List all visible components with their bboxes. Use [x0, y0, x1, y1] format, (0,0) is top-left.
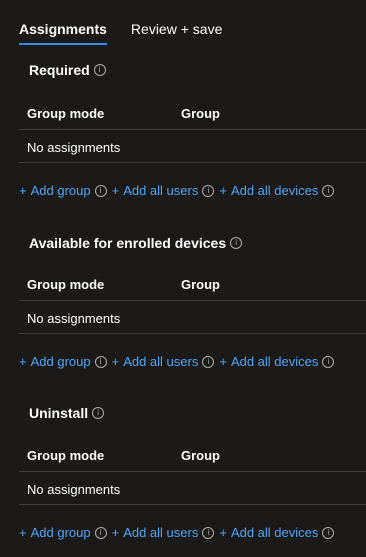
add-all-devices-link[interactable]: + Add all devices: [219, 525, 318, 540]
section-title: Available for enrolled devices i: [29, 235, 243, 251]
action-links: + Add group i + Add all users i + Add all d…: [19, 183, 339, 198]
info-icon[interactable]: i: [322, 184, 335, 197]
add-group-label: Add group: [30, 183, 91, 198]
info-icon[interactable]: i: [322, 355, 335, 368]
info-icon[interactable]: i: [322, 526, 335, 539]
add-all-users-link[interactable]: + Add all users: [112, 183, 199, 198]
table-row: No assignments: [19, 301, 366, 334]
tab-assignments[interactable]: Assignments: [19, 21, 107, 45]
column-header-group: Group: [181, 277, 220, 292]
plus-icon: +: [219, 183, 227, 198]
add-group-link[interactable]: + Add group: [19, 183, 91, 198]
plus-icon: +: [219, 354, 227, 369]
info-icon[interactable]: i: [93, 64, 106, 76]
plus-icon: +: [19, 525, 27, 540]
add-group-link[interactable]: + Add group: [19, 354, 91, 369]
section-title: Required i: [29, 62, 106, 78]
section-title-text: Available for enrolled devices: [29, 235, 227, 251]
info-icon[interactable]: i: [92, 407, 105, 419]
table-header: Group mode Group: [19, 439, 366, 472]
add-all-devices-label: Add all devices: [230, 183, 319, 198]
plus-icon: +: [219, 525, 227, 540]
assignments-table: Group mode Group No assignments: [19, 97, 366, 163]
add-group-label: Add group: [30, 354, 91, 369]
tab-bar: Assignments Review + save: [19, 0, 246, 46]
info-icon[interactable]: i: [94, 526, 107, 539]
add-all-users-link[interactable]: + Add all users: [112, 525, 199, 540]
column-header-group-mode: Group mode: [27, 277, 105, 292]
plus-icon: +: [111, 183, 120, 198]
plus-icon: +: [111, 354, 120, 369]
section-title: Uninstall i: [29, 405, 105, 421]
add-all-users-label: Add all users: [123, 183, 199, 198]
action-links: + Add group i + Add all users i + Add all d…: [19, 525, 339, 540]
table-header: Group mode Group: [19, 97, 366, 130]
add-all-devices-link[interactable]: + Add all devices: [219, 354, 318, 369]
info-icon[interactable]: i: [202, 184, 215, 197]
plus-icon: +: [111, 525, 120, 540]
section-title-text: Required: [29, 62, 90, 78]
table-row: No assignments: [19, 130, 366, 163]
column-header-group-mode: Group mode: [27, 448, 105, 463]
column-header-group: Group: [181, 106, 220, 121]
info-icon[interactable]: i: [202, 526, 215, 539]
column-header-group-mode: Group mode: [27, 106, 105, 121]
empty-state-text: No assignments: [27, 311, 121, 326]
add-group-label: Add group: [30, 525, 91, 540]
plus-icon: +: [19, 354, 27, 369]
assignments-table: Group mode Group No assignments: [19, 268, 366, 334]
assignments-table: Group mode Group No assignments: [19, 439, 366, 505]
add-all-devices-label: Add all devices: [230, 525, 319, 540]
add-all-users-link[interactable]: + Add all users: [112, 354, 199, 369]
add-all-users-label: Add all users: [123, 525, 199, 540]
info-icon[interactable]: i: [94, 355, 107, 368]
add-all-devices-label: Add all devices: [230, 354, 319, 369]
empty-state-text: No assignments: [27, 140, 121, 155]
column-header-group: Group: [181, 448, 220, 463]
info-icon[interactable]: i: [202, 355, 215, 368]
info-icon[interactable]: i: [94, 184, 107, 197]
section-title-text: Uninstall: [29, 405, 89, 421]
plus-icon: +: [19, 183, 27, 198]
action-links: + Add group i + Add all users i + Add all d…: [19, 354, 339, 369]
add-group-link[interactable]: + Add group: [19, 525, 91, 540]
info-icon[interactable]: i: [230, 237, 243, 249]
table-header: Group mode Group: [19, 268, 366, 301]
add-all-devices-link[interactable]: + Add all devices: [219, 183, 318, 198]
empty-state-text: No assignments: [27, 482, 121, 497]
add-all-users-label: Add all users: [123, 354, 199, 369]
table-row: No assignments: [19, 472, 366, 505]
tab-review-save[interactable]: Review + save: [131, 21, 222, 37]
